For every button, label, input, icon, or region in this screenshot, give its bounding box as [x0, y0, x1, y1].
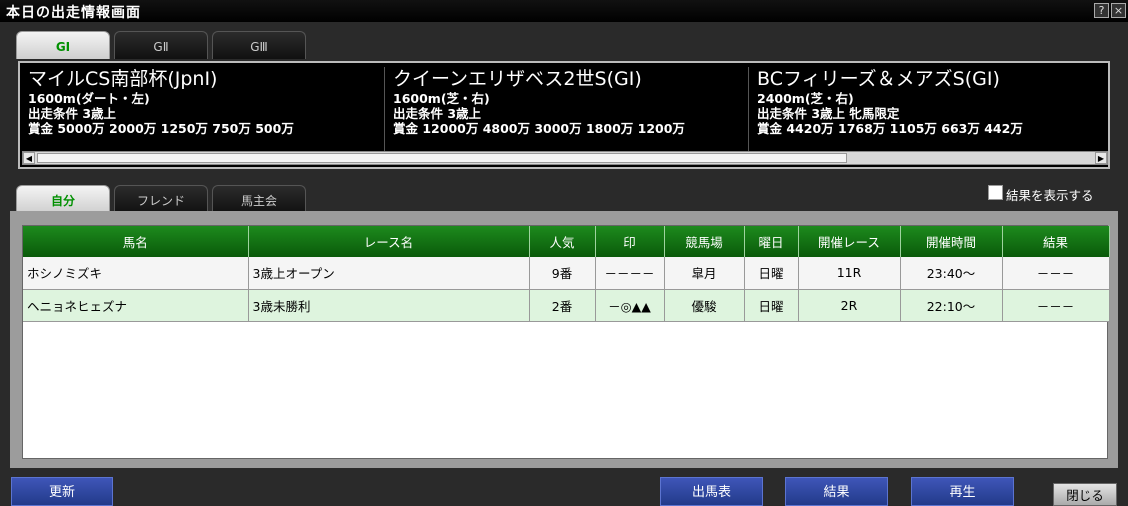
race-condition: 出走条件 3歳上 — [393, 106, 482, 121]
cell-result: －－－ — [1002, 257, 1110, 290]
horizontal-scrollbar[interactable]: ◀ ▶ — [22, 151, 1108, 165]
col-popularity[interactable]: 人気 — [529, 226, 596, 257]
cell-racecourse: 優駿 — [664, 289, 745, 322]
race-prize: 賞金 5000万 2000万 1250万 750万 500万 — [28, 121, 294, 136]
col-race-name[interactable]: レース名 — [248, 226, 530, 257]
entries-table: 馬名 レース名 人気 印 競馬場 曜日 開催レース 開催時間 結果 ホシノミズキ… — [22, 225, 1110, 459]
tab-grade-1[interactable]: GⅠ — [16, 31, 110, 59]
tab-friend[interactable]: フレンド — [114, 185, 208, 213]
replay-button[interactable]: 再生 — [911, 477, 1014, 506]
race-name: マイルCS南部杯(JpnⅠ) — [28, 68, 218, 90]
tab-grade-2[interactable]: GⅡ — [114, 31, 208, 59]
cell-start-time: 22:10～ — [900, 289, 1003, 322]
cell-start-time: 23:40～ — [900, 257, 1003, 290]
cell-result: －－－ — [1002, 289, 1110, 322]
race-name: BCフィリーズ＆メアズS(GⅠ) — [757, 68, 1000, 90]
window-title: 本日の出走情報画面 — [6, 5, 141, 21]
tab-self[interactable]: 自分 — [16, 185, 110, 213]
show-results-label: 結果を表示する — [1006, 188, 1094, 203]
close-button[interactable]: 閉じる — [1053, 483, 1117, 506]
cell-day: 日曜 — [744, 257, 799, 290]
race-prize: 賞金 12000万 4800万 3000万 1800万 1200万 — [393, 121, 685, 136]
table-row[interactable]: ホシノミズキ 3歳上オープン 9番 －－－－ 皐月 日曜 11R 23:40～ … — [23, 257, 1110, 290]
cell-race-number: 11R — [798, 257, 901, 290]
entries-panel: 馬名 レース名 人気 印 競馬場 曜日 開催レース 開催時間 結果 ホシノミズキ… — [10, 211, 1118, 468]
race-prize: 賞金 4420万 1768万 1105万 663万 442万 — [757, 121, 1023, 136]
col-racecourse[interactable]: 競馬場 — [664, 226, 745, 257]
show-results-checkbox[interactable] — [988, 185, 1003, 200]
cell-race-number: 2R — [798, 289, 901, 322]
col-day[interactable]: 曜日 — [744, 226, 799, 257]
race-course: 1600m(芝・右) — [393, 91, 490, 106]
scroll-thumb[interactable] — [37, 153, 847, 163]
cell-popularity: 9番 — [529, 257, 596, 290]
tab-owners-club[interactable]: 馬主会 — [212, 185, 306, 213]
scroll-left-icon[interactable]: ◀ — [23, 152, 35, 164]
cell-horse-name: ホシノミズキ — [23, 257, 249, 290]
window-close-button[interactable]: × — [1111, 3, 1126, 18]
race-info-panel: マイルCS南部杯(JpnⅠ) 1600m(ダート・左) 出走条件 3歳上 賞金 … — [18, 61, 1110, 169]
results-button[interactable]: 結果 — [785, 477, 888, 506]
grade-tabs: GⅠ GⅡ GⅢ — [16, 31, 316, 59]
cell-horse-name: ヘニョネヒェズナ — [23, 289, 249, 322]
refresh-button[interactable]: 更新 — [11, 477, 113, 506]
race-card-button[interactable]: 出馬表 — [660, 477, 763, 506]
table-header-row: 馬名 レース名 人気 印 競馬場 曜日 開催レース 開催時間 結果 — [23, 226, 1110, 257]
col-race-number[interactable]: 開催レース — [798, 226, 901, 257]
cell-race-name: 3歳未勝利 — [248, 289, 530, 322]
race-condition: 出走条件 3歳上 — [28, 106, 117, 121]
help-button[interactable]: ? — [1094, 3, 1109, 18]
cell-marks: －◎▲▲ — [595, 289, 665, 322]
race-card-1: クイーンエリザベス2世S(GⅠ) 1600m(芝・右) 出走条件 3歳上 賞金 … — [384, 67, 748, 151]
col-start-time[interactable]: 開催時間 — [900, 226, 1003, 257]
cell-race-name: 3歳上オープン — [248, 257, 530, 290]
col-marks[interactable]: 印 — [595, 226, 665, 257]
race-card-0: マイルCS南部杯(JpnⅠ) 1600m(ダート・左) 出走条件 3歳上 賞金 … — [20, 67, 384, 151]
col-horse-name[interactable]: 馬名 — [23, 226, 249, 257]
race-course: 2400m(芝・右) — [757, 91, 854, 106]
race-card-2: BCフィリーズ＆メアズS(GⅠ) 2400m(芝・右) 出走条件 3歳上 牝馬限… — [748, 67, 1106, 151]
cell-popularity: 2番 — [529, 289, 596, 322]
scroll-right-icon[interactable]: ▶ — [1095, 152, 1107, 164]
race-name: クイーンエリザベス2世S(GⅠ) — [393, 68, 642, 90]
col-result[interactable]: 結果 — [1002, 226, 1110, 257]
title-bar: 本日の出走情報画面 ? × — [0, 0, 1128, 22]
cell-marks: －－－－ — [595, 257, 665, 290]
race-condition: 出走条件 3歳上 牝馬限定 — [757, 106, 900, 121]
filter-tabs: 自分 フレンド 馬主会 — [16, 185, 316, 213]
table-row[interactable]: ヘニョネヒェズナ 3歳未勝利 2番 －◎▲▲ 優駿 日曜 2R 22:10～ －… — [23, 289, 1110, 322]
tab-grade-3[interactable]: GⅢ — [212, 31, 306, 59]
cell-racecourse: 皐月 — [664, 257, 745, 290]
race-course: 1600m(ダート・左) — [28, 91, 150, 106]
cell-day: 日曜 — [744, 289, 799, 322]
